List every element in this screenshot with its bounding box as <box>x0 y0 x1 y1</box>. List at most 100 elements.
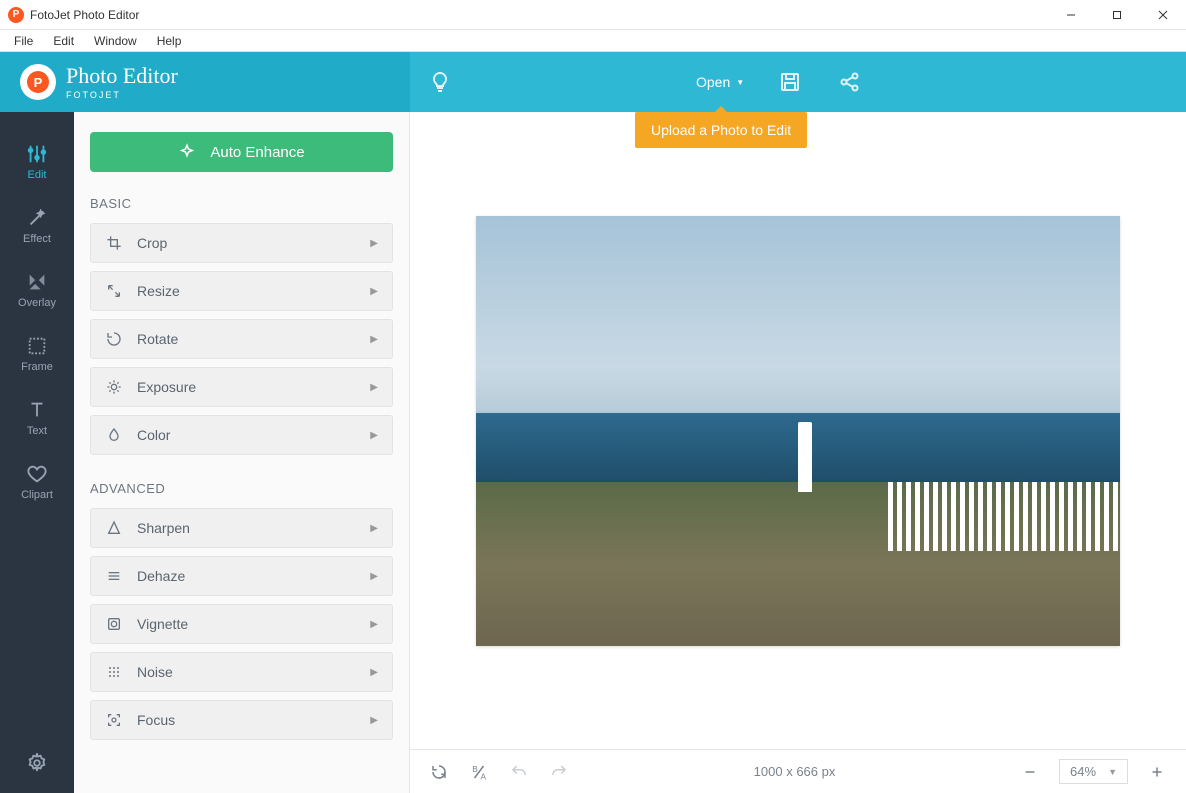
sharpen-icon <box>105 520 123 536</box>
status-bar: BA 1000 x 666 px 64% ▼ <box>410 749 1186 793</box>
chevron-right-icon: ▶ <box>370 238 378 249</box>
dehaze-icon <box>105 568 123 584</box>
nav-label: Effect <box>23 233 51 245</box>
text-icon <box>26 399 48 421</box>
tool-label: Vignette <box>137 616 188 632</box>
titlebar: P FotoJet Photo Editor <box>0 0 1186 30</box>
chevron-right-icon: ▶ <box>370 571 378 582</box>
tool-crop[interactable]: Crop ▶ <box>90 223 393 263</box>
overlay-icon <box>26 271 48 293</box>
nav-label: Frame <box>21 361 53 373</box>
tool-label: Noise <box>137 664 173 680</box>
chevron-right-icon: ▶ <box>370 382 378 393</box>
reset-button[interactable] <box>428 761 450 783</box>
nav-label: Edit <box>28 169 47 181</box>
menubar: File Edit Window Help <box>0 30 1186 52</box>
auto-enhance-button[interactable]: Auto Enhance <box>90 132 393 172</box>
settings-button[interactable] <box>0 733 74 793</box>
magic-wand-icon <box>26 207 48 229</box>
svg-text:A: A <box>481 772 487 781</box>
nav-edit[interactable]: Edit <box>0 130 74 194</box>
tool-sharpen[interactable]: Sharpen ▶ <box>90 508 393 548</box>
basic-section-label: BASIC <box>90 196 393 211</box>
redo-button[interactable] <box>548 761 570 783</box>
left-nav: Edit Effect Overlay Frame Text Clipart <box>0 112 74 793</box>
ribbon-right: Open ▼ Upload a Photo to Edit <box>410 52 1186 112</box>
tool-label: Sharpen <box>137 520 190 536</box>
focus-icon <box>105 712 123 728</box>
nav-overlay[interactable]: Overlay <box>0 258 74 322</box>
vignette-icon <box>105 616 123 632</box>
main-area: Edit Effect Overlay Frame Text Clipart <box>0 112 1186 793</box>
nav-label: Clipart <box>21 489 53 501</box>
nav-frame[interactable]: Frame <box>0 322 74 386</box>
exposure-icon <box>105 379 123 395</box>
sparkle-icon <box>178 143 196 161</box>
gear-icon <box>26 752 48 774</box>
menu-window[interactable]: Window <box>84 32 147 50</box>
nav-label: Overlay <box>18 297 56 309</box>
app-icon: P <box>8 7 24 23</box>
dimensions-label: 1000 x 666 px <box>588 764 1001 779</box>
tool-vignette[interactable]: Vignette ▶ <box>90 604 393 644</box>
undo-button[interactable] <box>508 761 530 783</box>
tool-label: Focus <box>137 712 175 728</box>
noise-icon <box>105 664 123 680</box>
sliders-icon <box>26 143 48 165</box>
close-button[interactable] <box>1140 0 1186 30</box>
canvas-area: BA 1000 x 666 px 64% ▼ <box>410 112 1186 793</box>
save-icon[interactable] <box>760 52 820 112</box>
open-button[interactable]: Open ▼ <box>680 52 760 112</box>
nav-label: Text <box>27 425 47 437</box>
rotate-icon <box>105 331 123 347</box>
zoom-select[interactable]: 64% ▼ <box>1059 759 1128 784</box>
compare-button[interactable]: BA <box>468 761 490 783</box>
edit-panel: Auto Enhance BASIC Crop ▶ Resize ▶ Rotat… <box>74 112 410 793</box>
tool-rotate[interactable]: Rotate ▶ <box>90 319 393 359</box>
chevron-right-icon: ▶ <box>370 430 378 441</box>
auto-enhance-label: Auto Enhance <box>210 144 304 161</box>
nav-text[interactable]: Text <box>0 386 74 450</box>
open-label: Open <box>696 74 730 90</box>
chevron-right-icon: ▶ <box>370 619 378 630</box>
brand-area: P Photo Editor FOTOJET <box>0 52 410 112</box>
zoom-out-button[interactable] <box>1019 761 1041 783</box>
minimize-button[interactable] <box>1048 0 1094 30</box>
zoom-value: 64% <box>1070 764 1096 779</box>
tool-resize[interactable]: Resize ▶ <box>90 271 393 311</box>
svg-text:B: B <box>472 765 478 774</box>
hint-icon[interactable] <box>410 52 470 112</box>
maximize-button[interactable] <box>1094 0 1140 30</box>
color-icon <box>105 427 123 443</box>
crop-icon <box>105 235 123 251</box>
tool-label: Color <box>137 427 170 443</box>
tool-color[interactable]: Color ▶ <box>90 415 393 455</box>
menu-edit[interactable]: Edit <box>43 32 84 50</box>
tool-label: Dehaze <box>137 568 185 584</box>
menu-file[interactable]: File <box>4 32 43 50</box>
zoom-in-button[interactable] <box>1146 761 1168 783</box>
brand-name: Photo Editor <box>66 63 178 88</box>
chevron-right-icon: ▶ <box>370 523 378 534</box>
brand-subtitle: FOTOJET <box>66 90 178 100</box>
nav-effect[interactable]: Effect <box>0 194 74 258</box>
chevron-right-icon: ▶ <box>370 334 378 345</box>
window-controls <box>1048 0 1186 30</box>
tool-exposure[interactable]: Exposure ▶ <box>90 367 393 407</box>
canvas-viewport[interactable] <box>410 112 1186 749</box>
tool-label: Crop <box>137 235 167 251</box>
share-icon[interactable] <box>820 52 880 112</box>
nav-clipart[interactable]: Clipart <box>0 450 74 514</box>
tool-label: Rotate <box>137 331 178 347</box>
brand-logo-icon: P <box>20 64 56 100</box>
chevron-right-icon: ▶ <box>370 667 378 678</box>
chevron-right-icon: ▶ <box>370 286 378 297</box>
tool-focus[interactable]: Focus ▶ <box>90 700 393 740</box>
upload-tooltip: Upload a Photo to Edit <box>635 112 807 148</box>
tool-label: Exposure <box>137 379 196 395</box>
caret-down-icon: ▼ <box>736 78 744 87</box>
tool-noise[interactable]: Noise ▶ <box>90 652 393 692</box>
chevron-right-icon: ▶ <box>370 715 378 726</box>
menu-help[interactable]: Help <box>147 32 192 50</box>
tool-dehaze[interactable]: Dehaze ▶ <box>90 556 393 596</box>
